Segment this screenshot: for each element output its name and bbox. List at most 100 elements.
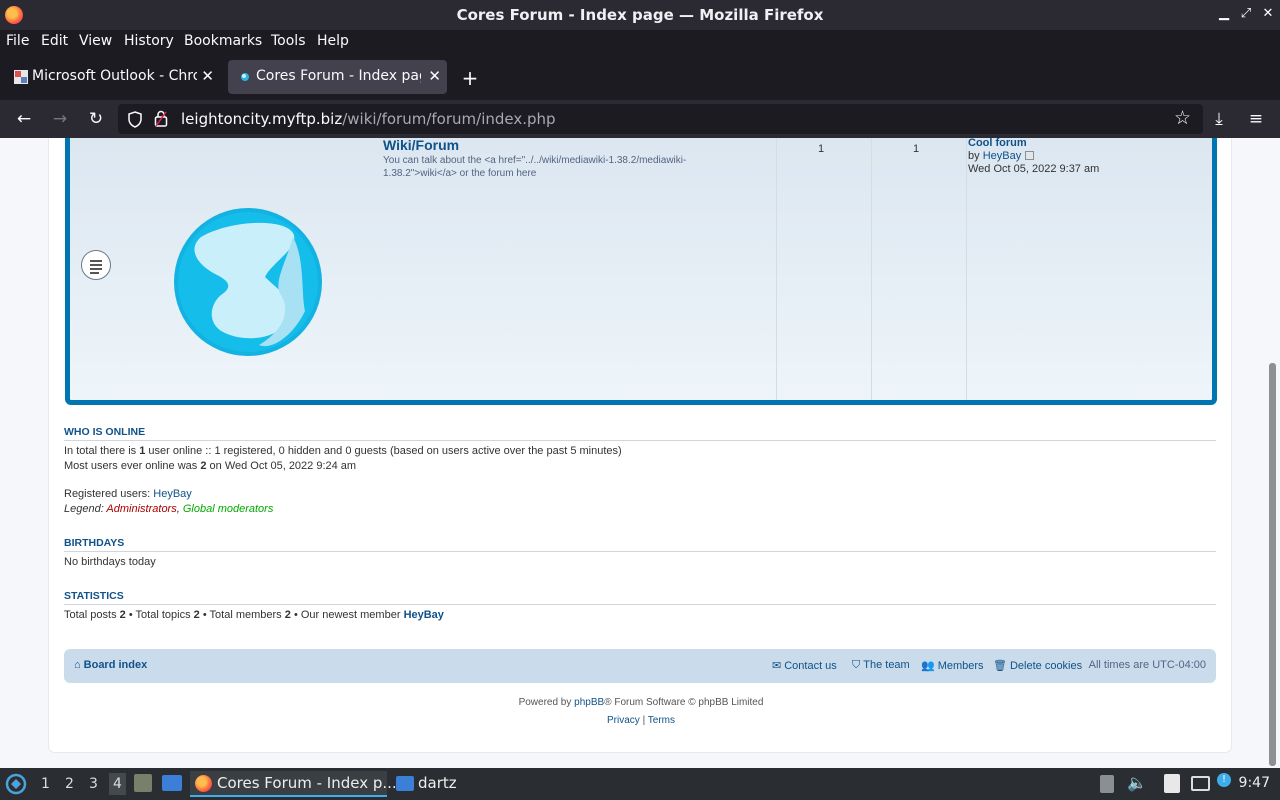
url-text: leightoncity.myftp.biz/wiki/forum/forum/… xyxy=(181,110,556,128)
firefox-icon xyxy=(195,775,212,792)
clipboard-icon[interactable] xyxy=(1164,774,1180,793)
forum-row: Wiki/Forum You can talk about the <a hre… xyxy=(65,138,1217,405)
legend-administrators-link[interactable]: Administrators xyxy=(106,503,176,515)
phpbb-link[interactable]: phpBB xyxy=(574,697,604,708)
privacy-link[interactable]: Privacy xyxy=(607,715,640,726)
tab-cores-forum[interactable]: Cores Forum - Index page ✕ xyxy=(228,60,447,94)
workspace-2[interactable]: 2 xyxy=(65,776,74,792)
birthdays-text: No birthdays today xyxy=(64,556,156,568)
back-icon[interactable]: ← xyxy=(12,108,36,130)
menu-edit[interactable]: Edit xyxy=(41,33,68,49)
last-post-user-link[interactable]: HeyBay xyxy=(983,150,1022,162)
footer-navbar: ⌂ Board index ✉ Contact us ⛉ The team 👥 Memb… xyxy=(64,649,1216,683)
window-titlebar: Cores Forum - Index page — Mozilla Firef… xyxy=(0,0,1280,30)
page-scrollbar-thumb[interactable] xyxy=(1269,363,1276,766)
window-title: Cores Forum - Index page — Mozilla Firef… xyxy=(456,6,824,24)
taskbar-window-firefox[interactable]: Cores Forum - Index p... xyxy=(190,771,397,797)
folder-icon xyxy=(396,776,414,791)
section-divider xyxy=(64,440,1216,441)
tab-close-icon[interactable]: ✕ xyxy=(201,67,214,85)
clock[interactable]: 9:47 xyxy=(1239,775,1270,791)
last-post-author: by HeyBay xyxy=(968,150,1035,162)
forum-favicon-icon xyxy=(241,73,249,81)
taskbar-window-dartz[interactable]: dartz xyxy=(393,771,463,797)
page-body: Wiki/Forum You can talk about the <a hre… xyxy=(48,138,1232,753)
workspace-3[interactable]: 3 xyxy=(89,776,98,792)
minimize-icon[interactable]: ▁ xyxy=(1215,5,1233,23)
workspace-4[interactable]: 4 xyxy=(109,773,126,795)
most-users-online: Most users ever online was 2 on Wed Oct … xyxy=(64,460,357,472)
view-latest-post-icon[interactable] xyxy=(1025,151,1035,160)
the-team-link[interactable]: ⛉ The team xyxy=(852,659,910,672)
new-tab-icon[interactable]: + xyxy=(460,66,480,90)
members-link[interactable]: 👥 Members xyxy=(921,659,984,672)
url-bar[interactable]: leightoncity.myftp.biz/wiki/forum/forum/… xyxy=(118,104,1203,134)
taskbar: 1 2 3 4 Cores Forum - Index p... dartz 🔈… xyxy=(0,768,1280,800)
contact-us-link[interactable]: ✉ Contact us xyxy=(772,659,837,672)
forum-posts-count: 1 xyxy=(913,143,920,155)
timezone-text: All times are UTC-04:00 xyxy=(1088,659,1206,671)
bookmark-star-icon[interactable]: ☆ xyxy=(1174,107,1191,129)
outlook-favicon-icon xyxy=(14,70,28,84)
menu-view[interactable]: View xyxy=(79,33,112,49)
home-icon: ⌂ xyxy=(74,659,81,671)
footer-links: Privacy | Terms xyxy=(606,715,676,726)
forum-description: You can talk about the <a href="../../wi… xyxy=(383,155,687,179)
users-icon: 👥 xyxy=(921,660,935,672)
menu-file[interactable]: File xyxy=(6,33,29,49)
tab-label: Microsoft Outlook - Chrome xyxy=(32,68,197,84)
menu-help[interactable]: Help xyxy=(317,33,349,49)
last-post-title-link[interactable]: Cool forum xyxy=(968,138,1027,149)
menu-bar: File Edit View History Bookmarks Tools H… xyxy=(0,30,1280,54)
restore-icon[interactable]: ⤢ xyxy=(1237,5,1255,23)
column-separator xyxy=(871,138,872,400)
tab-close-icon[interactable]: ✕ xyxy=(428,67,441,85)
newest-member-link[interactable]: HeyBay xyxy=(404,609,444,621)
envelope-icon: ✉ xyxy=(772,660,782,672)
registered-user-link[interactable]: HeyBay xyxy=(153,488,192,500)
birthdays-heading: BIRTHDAYS xyxy=(64,537,125,549)
powered-by-text: Powered by phpBB® Forum Software © phpBB… xyxy=(518,697,764,708)
url-host: leightoncity.myftp.biz xyxy=(181,110,343,128)
terms-link[interactable]: Terms xyxy=(648,715,675,726)
menu-history[interactable]: History xyxy=(124,33,174,49)
start-menu-icon[interactable] xyxy=(5,773,27,795)
column-separator xyxy=(966,138,967,400)
statistics-text: Total posts 2 • Total topics 2 • Total m… xyxy=(64,609,444,621)
workspace-1[interactable]: 1 xyxy=(41,776,50,792)
section-divider xyxy=(64,551,1216,552)
volume-icon[interactable]: 🔈 xyxy=(1127,773,1147,792)
trash-icon: 🗑 xyxy=(993,660,1007,672)
url-path: /wiki/forum/forum/index.php xyxy=(342,110,556,128)
lock-icon[interactable] xyxy=(154,110,168,127)
menu-bookmarks[interactable]: Bookmarks xyxy=(184,33,262,49)
desktop-launcher-icon[interactable] xyxy=(162,775,182,791)
tab-label: Cores Forum - Index page xyxy=(256,68,421,84)
legend-global-moderators-link[interactable]: Global moderators xyxy=(183,503,274,515)
reload-icon[interactable]: ↻ xyxy=(84,108,108,130)
legend-line: Legend: Administrators, Global moderator… xyxy=(64,503,274,515)
who-is-online-heading[interactable]: WHO IS ONLINE xyxy=(64,426,145,438)
menu-tools[interactable]: Tools xyxy=(271,33,306,49)
storage-tray-icon[interactable] xyxy=(1100,775,1114,793)
downloads-icon[interactable]: ⤓ xyxy=(1207,108,1231,130)
forum-globe-image xyxy=(174,208,322,356)
app-menu-icon[interactable]: ≡ xyxy=(1244,108,1268,130)
notification-icon[interactable]: ! xyxy=(1217,773,1231,787)
tab-outlook[interactable]: Microsoft Outlook - Chrome ✕ xyxy=(4,60,220,94)
forum-title-link[interactable]: Wiki/Forum xyxy=(383,138,459,153)
column-separator xyxy=(776,138,777,400)
last-post-by-prefix: by xyxy=(968,150,980,162)
forum-topics-count: 1 xyxy=(818,143,825,155)
tab-bar: Microsoft Outlook - Chrome ✕ Cores Forum… xyxy=(0,54,1280,100)
board-index-link[interactable]: ⌂ Board index xyxy=(74,659,147,671)
forward-icon[interactable]: → xyxy=(48,108,72,130)
file-manager-launcher-icon[interactable] xyxy=(134,774,152,792)
close-window-icon[interactable]: ✕ xyxy=(1259,5,1277,23)
section-divider xyxy=(64,604,1216,605)
shield-icon[interactable] xyxy=(127,111,143,128)
shield-icon: ⛉ xyxy=(852,659,861,671)
delete-cookies-link[interactable]: 🗑 Delete cookies xyxy=(993,659,1082,672)
online-users-summary: In total there is 1 user online :: 1 reg… xyxy=(64,445,622,457)
network-icon[interactable] xyxy=(1191,776,1210,791)
